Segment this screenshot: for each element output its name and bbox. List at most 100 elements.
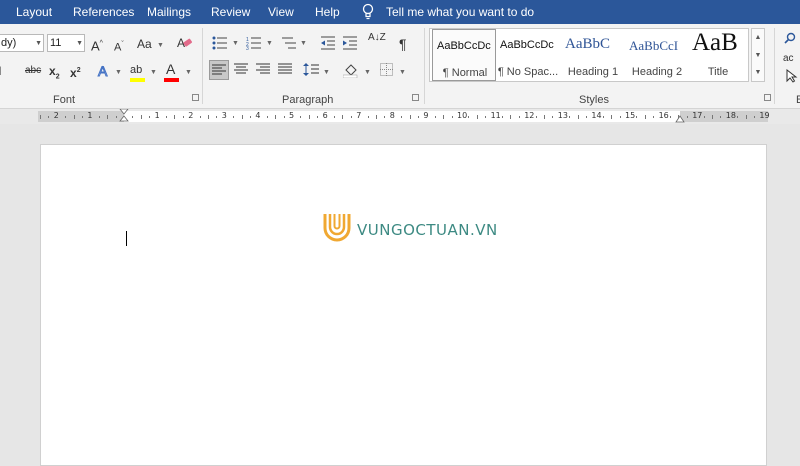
ruler-tick [384, 116, 386, 118]
shrink-font-button[interactable]: Aˇ [114, 35, 124, 55]
editing-group-label: E [796, 94, 800, 106]
style-heading-2[interactable]: AaBbCcI Heading 2 [625, 29, 689, 81]
font-name-value: dy) [1, 37, 17, 49]
justify-icon[interactable] [278, 63, 292, 75]
ruler-tick [720, 116, 722, 118]
align-left-button[interactable] [209, 60, 229, 80]
ruler-left-margin [38, 111, 124, 122]
bullets-icon[interactable] [212, 36, 228, 50]
tab-review[interactable]: Review [211, 5, 250, 19]
lightbulb-icon[interactable] [361, 3, 375, 20]
strikethrough-label: abc [25, 65, 42, 76]
tab-mailings[interactable]: Mailings [147, 5, 191, 19]
chevron-down-icon[interactable]: ▼ [232, 40, 239, 47]
subscript-button[interactable]: x2 [49, 61, 60, 81]
shading-icon[interactable] [343, 62, 359, 78]
chevron-up-icon[interactable]: ▲ [752, 29, 764, 47]
grow-font-button[interactable]: A^ [91, 34, 103, 54]
style-normal[interactable]: AaBbCcDc ¶ Normal [432, 29, 496, 81]
ruler-tick [510, 115, 512, 119]
ruler-number: 14 [591, 111, 602, 120]
chevron-down-icon[interactable]: ▼ [185, 69, 192, 76]
group-divider [202, 28, 203, 104]
chevron-down-icon[interactable]: ▼ [399, 69, 406, 76]
paragraph-dialog-launcher-icon[interactable] [412, 94, 419, 101]
style-sample: AaBbCcI [629, 38, 679, 53]
chevron-down-icon[interactable]: ▼ [364, 69, 371, 76]
multilevel-list-icon[interactable] [281, 36, 297, 50]
styles-gallery: AaBbCcDc ¶ Normal AaBbCcDc ¶ No Spac... … [429, 28, 749, 82]
ruler-tick [283, 116, 285, 118]
horizontal-ruler[interactable]: 2 1 1 2 3 4 5 6 7 8 9 10 11 12 13 14 15 16 17 18 19 [0, 109, 800, 124]
watermark-logo: VUNGOCTUAN.VN [320, 209, 530, 243]
ruler-tick [703, 116, 705, 118]
styles-dialog-launcher-icon[interactable] [764, 94, 771, 101]
font-color-label: A [166, 61, 176, 77]
chevron-down-icon[interactable]: ▼ [323, 69, 330, 76]
ruler-tick [754, 116, 755, 118]
chevron-down-icon[interactable]: ▼ [150, 69, 157, 76]
clear-formatting-icon[interactable]: A [176, 35, 193, 51]
styles-gallery-scrollbar[interactable]: ▲ ▼ ▼ [751, 28, 765, 82]
select-icon[interactable] [786, 69, 798, 83]
line-spacing-icon[interactable] [303, 63, 319, 76]
increase-indent-icon[interactable] [342, 36, 358, 50]
bold-button-partial[interactable]: I [0, 61, 1, 81]
ruler-tick [300, 116, 302, 118]
tab-view[interactable]: View [268, 5, 294, 19]
change-case-button[interactable]: Aa [137, 34, 152, 54]
font-size-combo[interactable]: 11 ▼ [47, 34, 85, 52]
style-sample: AaBbCcDc [437, 40, 491, 52]
replace-label[interactable]: ac [783, 49, 794, 69]
style-name: ¶ No Spac... [497, 66, 559, 78]
tab-help[interactable]: Help [315, 5, 340, 19]
ruler-number: 16 [658, 111, 669, 120]
ruler-number: 12 [524, 111, 535, 120]
ruler-tick [98, 116, 100, 118]
ruler-number: 2 [53, 111, 59, 120]
font-dialog-launcher-icon[interactable] [192, 94, 199, 101]
expand-gallery-icon[interactable]: ▼ [752, 64, 764, 81]
ruler-tick [250, 116, 251, 118]
highlight-button[interactable]: ab [130, 60, 142, 80]
subscript-label: x [49, 64, 56, 78]
ruler-tick [502, 116, 503, 118]
chevron-down-icon[interactable]: ▼ [300, 40, 307, 47]
sort-button[interactable]: A↓Z [368, 33, 386, 53]
chevron-down-icon[interactable]: ▼ [752, 47, 764, 64]
find-icon[interactable] [784, 32, 796, 44]
numbering-icon[interactable]: 123 [246, 36, 262, 50]
borders-icon[interactable] [380, 63, 393, 76]
strikethrough-button[interactable]: abc [25, 61, 41, 81]
text-effects-button[interactable]: A [97, 61, 107, 81]
right-indent-marker-icon[interactable] [675, 114, 685, 123]
ruler-number: 1 [154, 111, 160, 120]
chevron-down-icon[interactable]: ▼ [35, 36, 42, 52]
style-heading-1[interactable]: AaBbC Heading 1 [561, 29, 625, 81]
ruler-tick [233, 116, 235, 118]
ruler-tick [636, 116, 638, 118]
font-name-combo[interactable]: dy) ▼ [0, 34, 44, 52]
ruler-number: 1 [87, 111, 93, 120]
tab-layout[interactable]: Layout [16, 5, 52, 19]
indent-marker-icon[interactable] [119, 109, 129, 124]
align-right-icon[interactable] [256, 63, 270, 75]
font-color-button[interactable]: A [166, 59, 175, 79]
ruler-tick [518, 116, 520, 118]
chevron-down-icon[interactable]: ▼ [76, 36, 83, 52]
align-center-icon[interactable] [234, 63, 248, 75]
tab-references[interactable]: References [73, 5, 134, 19]
chevron-down-icon[interactable]: ▼ [115, 69, 122, 76]
chevron-down-icon[interactable]: ▼ [157, 42, 164, 49]
decrease-indent-icon[interactable] [320, 36, 336, 50]
show-formatting-marks-button[interactable]: ¶ [399, 34, 407, 54]
style-no-spacing[interactable]: AaBbCcDc ¶ No Spac... [496, 29, 560, 81]
ruler-tick [376, 115, 377, 119]
superscript-button[interactable]: x2 [70, 61, 81, 81]
tell-me-search[interactable]: Tell me what you want to do [386, 5, 534, 19]
ruler-tick [619, 116, 621, 118]
ruler-tick [342, 115, 344, 119]
style-title[interactable]: AaB Title [688, 29, 748, 81]
chevron-down-icon[interactable]: ▼ [266, 40, 273, 47]
document-page[interactable]: VUNGOCTUAN.VN [40, 144, 767, 466]
